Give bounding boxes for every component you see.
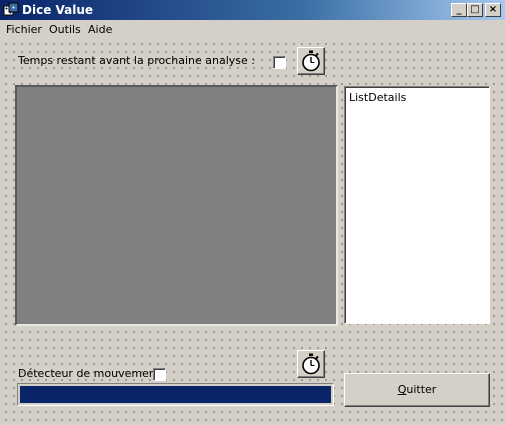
- menu-bar: Fichier Outils Aide: [0, 20, 505, 38]
- stopwatch-icon: [302, 353, 320, 375]
- motion-progress-fill: [20, 386, 331, 403]
- title-bar[interactable]: Dice Value _ □ ×: [0, 0, 505, 20]
- quit-button-label: uitter: [406, 383, 437, 396]
- motion-detector-checkbox[interactable]: [153, 368, 166, 381]
- motion-detector-label: Détecteur de mouvements: [18, 367, 166, 380]
- app-window: Dice Value _ □ × Fichier Outils Aide Tem…: [0, 0, 505, 425]
- menu-outils[interactable]: Outils: [49, 23, 81, 36]
- motion-timer-button[interactable]: [297, 350, 325, 378]
- window-title: Dice Value: [22, 3, 94, 17]
- menu-aide[interactable]: Aide: [88, 23, 112, 36]
- quit-button[interactable]: Quitter: [344, 373, 490, 407]
- analysis-timer-label: Temps restant avant la prochaine analyse…: [18, 54, 255, 67]
- analysis-timer-button[interactable]: [297, 47, 325, 75]
- close-button[interactable]: ×: [485, 3, 501, 17]
- list-item[interactable]: ListDetails: [349, 91, 406, 104]
- menu-fichier[interactable]: Fichier: [6, 23, 42, 36]
- details-listbox[interactable]: ListDetails: [344, 86, 490, 324]
- stopwatch-icon: [302, 50, 320, 72]
- motion-progress-bar: [17, 383, 334, 406]
- dice-app-icon: [3, 2, 19, 16]
- analysis-checkbox[interactable]: [273, 56, 286, 69]
- minimize-button[interactable]: _: [451, 3, 467, 17]
- camera-preview: [15, 85, 338, 326]
- maximize-button[interactable]: □: [467, 3, 483, 17]
